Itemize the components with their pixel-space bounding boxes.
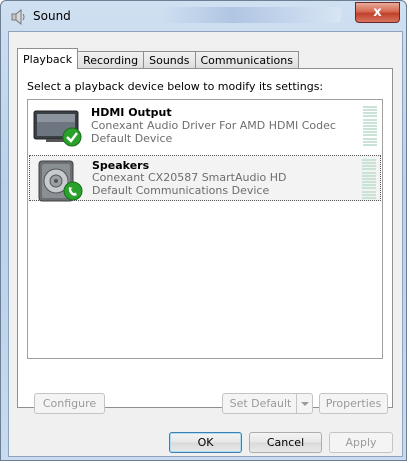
configure-label: Configure — [42, 397, 97, 410]
window-title: Sound — [33, 9, 71, 23]
tab-communications[interactable]: Communications — [194, 51, 299, 69]
phone-icon — [63, 181, 83, 201]
device-driver: Conexant CX20587 SmartAudio HD — [92, 171, 287, 184]
title-bar-background — [161, 7, 341, 23]
set-default-button[interactable]: Set Default — [222, 393, 313, 414]
cancel-button[interactable]: Cancel — [249, 432, 322, 453]
apply-label: Apply — [345, 436, 377, 449]
dialog-client-area: Playback Recording Sounds Communications… — [8, 31, 403, 457]
playback-panel: Select a playback device below to modify… — [17, 68, 393, 408]
device-status: Default Device — [91, 132, 173, 145]
instruction-text: Select a playback device below to modify… — [27, 80, 324, 93]
speaker-app-icon — [11, 9, 25, 25]
configure-button-disabled[interactable]: Configure — [34, 393, 105, 414]
set-default-dropdown[interactable] — [296, 394, 312, 413]
properties-label: Properties — [325, 397, 382, 410]
level-meter — [363, 106, 377, 146]
ok-button[interactable]: OK — [169, 432, 242, 453]
cancel-label: Cancel — [266, 436, 305, 449]
tab-sounds[interactable]: Sounds — [143, 51, 196, 69]
set-default-label: Set Default — [229, 397, 292, 410]
device-list[interactable]: HDMI Output Conexant Audio Driver For AM… — [27, 99, 383, 359]
apply-button[interactable]: Apply — [329, 432, 393, 453]
sound-dialog: Sound x Playback Recording Sounds Commun… — [0, 0, 407, 461]
title-bar[interactable]: Sound x — [1, 1, 406, 31]
tab-playback[interactable]: Playback — [17, 48, 79, 69]
tab-recording[interactable]: Recording — [77, 51, 145, 69]
close-button[interactable]: x — [355, 2, 400, 23]
device-item-hdmi-output[interactable]: HDMI Output Conexant Audio Driver For AM… — [29, 103, 381, 149]
level-meter — [362, 159, 376, 199]
ok-label: OK — [197, 436, 214, 449]
close-icon: x — [373, 5, 382, 20]
properties-button[interactable]: Properties — [319, 393, 388, 414]
chevron-down-icon — [300, 401, 309, 406]
device-name: HDMI Output — [91, 106, 172, 119]
device-item-speakers[interactable]: Speakers Conexant CX20587 SmartAudio HD … — [29, 155, 381, 202]
device-status: Default Communications Device — [92, 184, 270, 197]
check-icon — [62, 127, 82, 147]
tab-strip: Playback Recording Sounds Communications — [17, 48, 299, 69]
device-driver: Conexant Audio Driver For AMD HDMI Codec — [91, 119, 336, 132]
